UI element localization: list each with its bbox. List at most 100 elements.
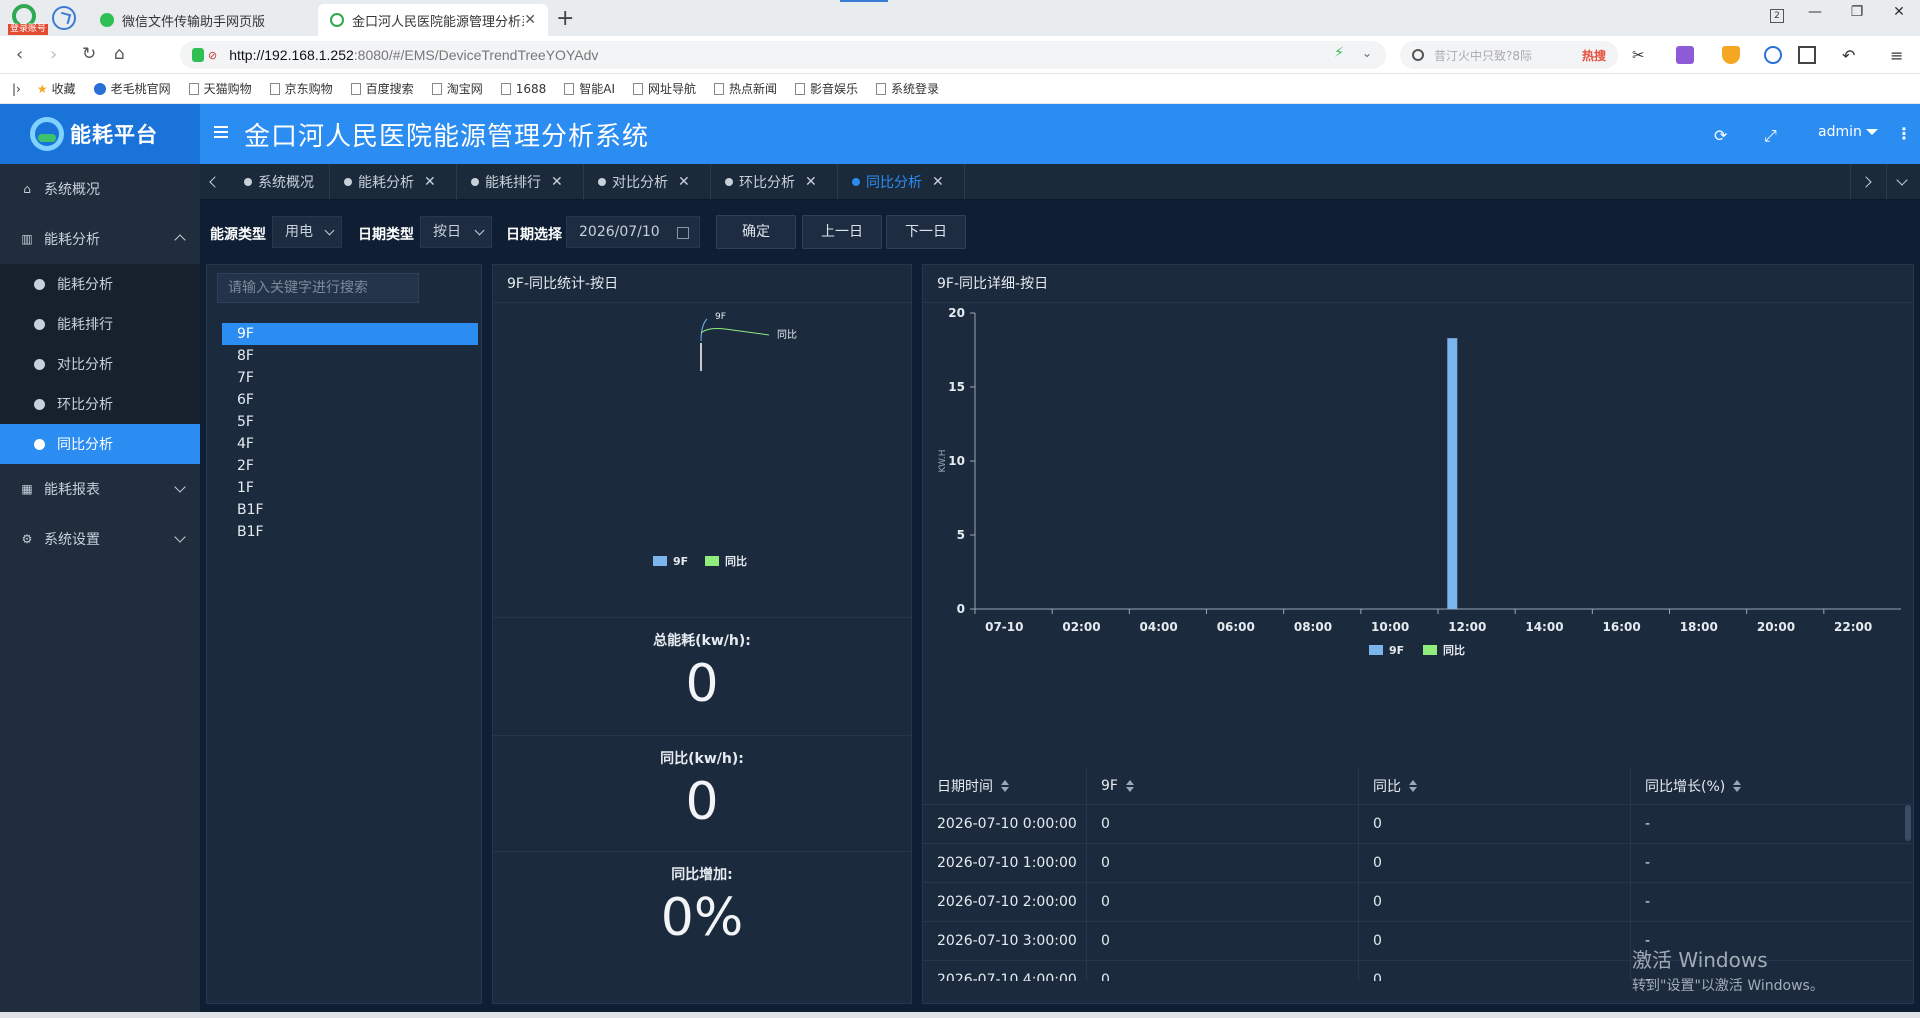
legend-label[interactable]: 9F (1389, 644, 1404, 657)
reload-icon[interactable]: ↻ (82, 44, 96, 64)
sidebar-subitem-comparison[interactable]: 对比分析 (0, 344, 200, 384)
browser-tab-wechat[interactable]: 微信文件传输助手网页版 (88, 4, 316, 36)
hot-search-label[interactable]: 热搜 (1582, 47, 1606, 64)
sidebar-subitem-energy-analysis[interactable]: 能耗分析 (0, 264, 200, 304)
login-badge[interactable]: 登录账号 (8, 24, 49, 35)
minimize-icon[interactable]: — (1794, 4, 1836, 20)
sidebar-item-settings[interactable]: ⚙ 系统设置 (0, 514, 200, 564)
tree-node[interactable]: 7F (222, 367, 478, 389)
sort-icon[interactable] (1409, 779, 1417, 792)
date-picker-input[interactable]: 2026/07/10 (566, 216, 700, 248)
new-tab-icon[interactable]: + (556, 6, 574, 31)
tabs-scroll-left[interactable] (200, 164, 230, 200)
user-menu[interactable]: admin (1818, 124, 1878, 140)
date-type-select[interactable]: 按日 (420, 216, 492, 248)
bar-9F-12:00[interactable] (1447, 338, 1458, 609)
back-icon[interactable]: ‹ (16, 44, 23, 65)
next-day-button[interactable]: 下一日 (886, 215, 966, 249)
column-header-9f[interactable]: 9F (1087, 767, 1359, 804)
sidebar-item-overview[interactable]: ⌂ 系统概况 (0, 164, 200, 214)
sidebar-item-energy-analysis[interactable]: ▥ 能耗分析 (0, 214, 200, 264)
close-icon[interactable]: ✕ (805, 174, 817, 190)
tree-node[interactable]: 6F (222, 389, 478, 411)
table-scrollbar[interactable] (1905, 805, 1911, 841)
close-window-icon[interactable]: ✕ (1878, 4, 1920, 20)
sort-icon[interactable] (1733, 779, 1742, 792)
scissors-icon[interactable]: ✂ (1632, 46, 1650, 64)
tab-mom[interactable]: 环比分析 ✕ (711, 164, 838, 200)
bookmark-item[interactable]: 网址导航 (633, 80, 696, 97)
bookmark-item[interactable]: 淘宝网 (431, 80, 483, 97)
navigate-icon[interactable] (52, 6, 76, 30)
url-dropdown-icon[interactable]: ⌄ (1362, 46, 1372, 60)
bookmark-item[interactable]: 影音娱乐 (795, 80, 858, 97)
browser-tab-ems[interactable]: 金口河人民医院能源管理分析系统 ✕ (318, 4, 548, 36)
tabs-scroll-right[interactable] (1850, 164, 1880, 200)
sidebar-subitem-mom[interactable]: 环比分析 (0, 384, 200, 424)
tab-yoy[interactable]: 同比分析 ✕ (838, 164, 965, 200)
column-header-yoy-growth[interactable]: 同比增长(%) (1631, 767, 1913, 804)
apps-grid-icon[interactable] (1798, 46, 1816, 64)
fullscreen-icon[interactable]: ⤢ (1764, 126, 1777, 146)
refresh-icon-glyph[interactable]: ⟳ (1714, 126, 1727, 145)
bookmark-item[interactable]: 百度搜索 (350, 80, 414, 97)
bookmark-item[interactable]: 热点新闻 (714, 80, 777, 97)
bookmark-item[interactable]: 1688 (500, 82, 546, 96)
mini-legend-swatch-9f[interactable] (653, 556, 667, 566)
table-row[interactable]: 2026-07-10 2:00:00 0 0 - (923, 883, 1913, 922)
more-vertical-icon[interactable]: ⋮ (1896, 124, 1912, 143)
close-icon[interactable]: ✕ (551, 174, 563, 190)
confirm-button[interactable]: 确定 (716, 215, 796, 249)
table-row[interactable]: 2026-07-10 1:00:00 0 0 - (923, 844, 1913, 883)
tree-node[interactable]: 8F (222, 345, 478, 367)
tree-node[interactable]: B1F (222, 521, 478, 543)
tab-comparison[interactable]: 对比分析 ✕ (584, 164, 711, 200)
browser-logo-icon[interactable]: 登录账号 (8, 4, 49, 35)
magnifier-extension-icon[interactable] (1764, 46, 1782, 64)
mini-legend-label[interactable]: 9F (673, 555, 688, 568)
tree-node[interactable]: 5F (222, 411, 478, 433)
home-icon[interactable]: ⌂ (114, 44, 125, 64)
tree-node[interactable]: 1F (222, 477, 478, 499)
prev-day-button[interactable]: 上一日 (802, 215, 882, 249)
tree-node[interactable]: 2F (222, 455, 478, 477)
tab-ranking[interactable]: 能耗排行 ✕ (457, 164, 584, 200)
bookmark-favorites[interactable]: ★ 收藏 (37, 80, 76, 97)
undo-icon[interactable]: ↶ (1842, 46, 1860, 65)
window-count-badge[interactable]: 2 (1770, 9, 1784, 23)
mini-legend-swatch-yoy[interactable] (705, 556, 719, 566)
close-tab-icon[interactable]: ✕ (524, 12, 536, 28)
sidebar-toggle-icon[interactable]: |› (12, 82, 21, 96)
sort-icon[interactable] (1001, 779, 1009, 792)
legend-swatch[interactable] (1369, 645, 1383, 655)
browser-menu-icon[interactable]: ≡ (1890, 46, 1908, 65)
bookmark-item[interactable]: 京东购物 (269, 80, 333, 97)
bookmark-item[interactable]: 系统登录 (876, 80, 939, 97)
tab-energy-analysis[interactable]: 能耗分析 ✕ (330, 164, 457, 200)
sidebar-item-reports[interactable]: ▦ 能耗报表 (0, 464, 200, 514)
tree-node[interactable]: 9F (222, 323, 478, 345)
close-icon[interactable]: ✕ (678, 174, 690, 190)
column-header-datetime[interactable]: 日期时间 (923, 767, 1087, 804)
sidebar-subitem-yoy[interactable]: 同比分析 (0, 424, 200, 464)
url-field[interactable]: ⊘ http://192.168.1.252:8080/#/EMS/Device… (180, 41, 1386, 69)
legend-swatch[interactable] (1423, 645, 1437, 655)
shield-extension-icon[interactable] (1722, 46, 1740, 64)
legend-label[interactable]: 同比 (1443, 643, 1465, 657)
sort-icon[interactable] (1125, 779, 1134, 792)
bolt-icon[interactable]: ⚡ (1334, 45, 1344, 61)
column-header-yoy[interactable]: 同比 (1359, 767, 1631, 804)
energy-type-select[interactable]: 用电 (272, 216, 342, 248)
sidebar-subitem-ranking[interactable]: 能耗排行 (0, 304, 200, 344)
table-row[interactable]: 2026-07-10 0:00:00 0 0 - (923, 805, 1913, 844)
forward-icon[interactable]: › (50, 44, 57, 65)
tree-node[interactable]: B1F (222, 499, 478, 521)
tab-overview[interactable]: 系统概况 (230, 164, 330, 200)
mini-legend-label[interactable]: 同比 (725, 554, 747, 568)
browser-search-field[interactable]: 昔汀火中只致?8际 热搜 (1400, 41, 1618, 69)
close-icon[interactable]: ✕ (932, 174, 944, 190)
restore-icon[interactable]: ❐ (1836, 4, 1878, 20)
app-logo[interactable]: 能耗平台 (0, 104, 200, 164)
tree-node[interactable]: 4F (222, 433, 478, 455)
close-icon[interactable]: ✕ (424, 174, 436, 190)
